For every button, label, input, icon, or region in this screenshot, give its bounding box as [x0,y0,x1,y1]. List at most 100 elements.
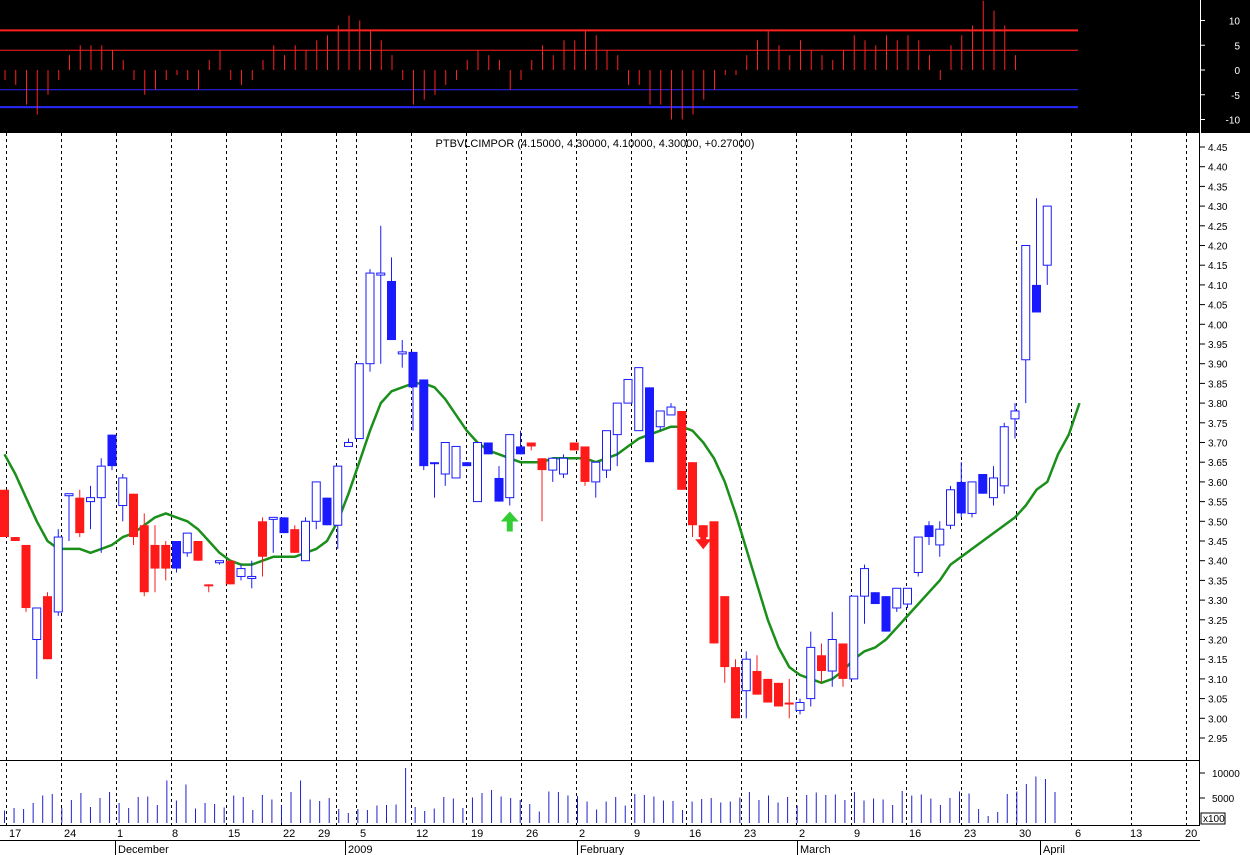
candle [43,592,52,660]
candle [290,525,300,553]
candle [946,485,955,530]
price-tick-label: 3.15 [1208,655,1228,666]
candle-body [150,544,160,569]
price-tick-label: 3.30 [1208,596,1228,607]
candle-body [612,402,622,436]
candle [365,269,375,372]
candle-body [86,497,95,503]
candle-body [827,639,837,672]
candle-body [720,596,730,668]
candle-body [892,587,902,609]
candle-body [0,489,9,538]
candle-body [623,378,633,404]
day-label: 8 [172,828,178,840]
candle-body [107,434,117,467]
day-label: 9 [854,828,860,840]
candle-body [677,410,687,490]
candle [505,434,515,506]
price-tick-label: 4.40 [1208,163,1228,174]
month-label: March [800,844,831,855]
price-tick-label: 3.55 [1208,498,1228,509]
day-label: 13 [1130,828,1142,840]
candle [849,595,859,680]
candle [172,541,181,573]
candle [193,541,203,561]
candle-body [462,462,472,467]
candle-body [806,646,816,700]
candle-body [838,643,848,679]
candle-body [225,560,235,585]
candle-body [978,474,988,494]
price-tick-label: 3.75 [1208,419,1228,430]
day-label: 17 [9,828,21,840]
day-label: 23 [744,828,756,840]
candle-body [924,525,934,538]
price-tick-label: 3.85 [1208,379,1228,390]
candle-body [365,272,375,365]
candle-body [161,544,171,569]
volume-bars [4,768,1056,823]
candle [301,517,310,562]
candle [569,442,579,451]
candle-body [440,442,450,475]
day-label: 1 [117,828,123,840]
x-axis: 17 24 1 8 15 22 29 5 12 19 26 2 9 16 23 2 9 16 23 30 6 13 20 D… [0,825,1200,855]
candle-body [311,481,321,522]
oscillator-tick-label: 0 [1234,66,1240,77]
day-label: 5 [360,828,366,840]
day-label: 2 [579,828,585,840]
candle [279,517,289,534]
price-tick-label: 3.20 [1208,636,1228,647]
price-tick-label: 4.15 [1208,261,1228,272]
candle [0,489,9,538]
candle-body [172,541,181,569]
candle-body [645,387,654,463]
candle-body [741,658,751,692]
volume-panel: 10000 5000 x100 [0,760,1240,825]
volume-tick-label: 10000 [1212,769,1240,780]
candle-body [451,445,461,479]
candle-body [129,493,138,538]
candle [21,544,31,612]
price-tick-label: 3.40 [1208,557,1228,568]
day-label: 20 [1185,828,1197,840]
candle [999,422,1009,494]
candle [967,481,977,518]
candle-body [634,367,644,432]
day-label: 16 [689,828,701,840]
volume-tick-label: 5000 [1212,794,1235,805]
price-panel: PTBVLCIMPOR (4.15000, 4.30000, 4.10000, … [0,133,1250,825]
candle-body [849,595,859,680]
candle-body [956,481,966,514]
candle-body [731,667,740,719]
candle-body [763,678,773,703]
candle-body [881,596,891,632]
month-label: December [118,844,169,855]
candle [677,410,687,490]
day-label: 16 [909,828,921,840]
candle-body [494,477,504,502]
price-tick-label: 4.30 [1208,202,1228,213]
candle-body [43,596,52,660]
price-tick-label: 4.20 [1208,242,1228,253]
day-label: 15 [228,828,240,840]
oscillator-tick-label: 10 [1229,17,1241,28]
price-tick-label: 4.00 [1208,320,1228,331]
price-tick-label: 3.65 [1208,458,1228,469]
candle [623,378,633,404]
oscillator-panel: 10 5 0 -5 -10 [0,0,1250,133]
candle-body [344,442,353,447]
candle-body [236,568,246,577]
candle [419,379,429,471]
day-label: 12 [416,828,428,840]
candle-body [139,525,149,593]
candle-body [118,477,128,507]
candle-body [258,521,267,557]
candle-body [53,536,63,613]
stock-chart: 10 5 0 -5 -10 PTBVLCIMPOR (4.15000, 4.30000,… [0,0,1250,855]
candle-body [397,351,407,355]
candle-body [870,592,880,605]
candle [870,592,880,605]
oscillator-background [0,0,1250,133]
candle [462,462,472,467]
